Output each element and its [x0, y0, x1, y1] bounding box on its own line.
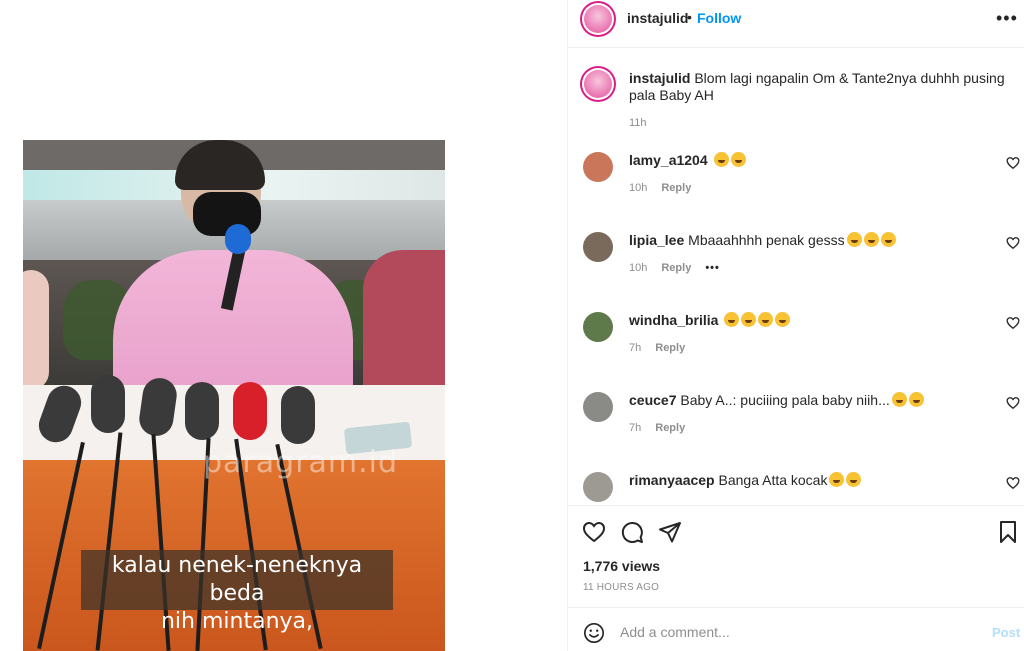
header-username[interactable]: instajulid: [627, 10, 688, 26]
comment-body: Mbaaahhhh penak gesss: [688, 232, 845, 248]
comment-body: Baby A..: puciiing pala baby niih...: [680, 392, 890, 408]
comment-text: ceuce7 Baby A..: puciiing pala baby niih…: [629, 392, 989, 409]
post-button[interactable]: Post: [992, 625, 1020, 640]
follow-button[interactable]: Follow: [697, 10, 741, 26]
video-handheld-mic: [225, 224, 251, 254]
comment-text: lipia_lee Mbaaahhhh penak gesss: [629, 232, 989, 249]
laughing-emoji-icon: [846, 232, 862, 247]
comment-username[interactable]: lipia_lee: [629, 232, 684, 248]
reply-button[interactable]: Reply: [661, 262, 691, 274]
laughing-emoji-icon: [908, 392, 924, 407]
post-actions: 1,776 views 11 HOURS AGO: [568, 505, 1024, 605]
comment-avatar[interactable]: [583, 232, 613, 262]
video-subtitle: kalau nenek-neneknya beda nih mintanya,: [111, 553, 363, 634]
comment-item: windha_brilia 7h Reply: [568, 312, 1024, 392]
comment-text: windha_brilia: [629, 312, 989, 329]
video-person-left: [23, 270, 49, 390]
laughing-emoji-icon: [891, 392, 907, 407]
reply-button[interactable]: Reply: [661, 182, 691, 194]
comment-username[interactable]: windha_brilia: [629, 312, 718, 328]
comment-avatar[interactable]: [583, 312, 613, 342]
comment-text: rimanyaacep Banga Atta kocak: [629, 472, 989, 489]
video-person-right: [363, 250, 445, 390]
bookmark-icon[interactable]: [996, 520, 1020, 544]
laughing-emoji-icon: [775, 312, 791, 327]
laughing-emoji-icon: [724, 312, 740, 327]
video-microphone: [281, 386, 315, 444]
caption-avatar[interactable]: [580, 66, 616, 102]
more-options-icon[interactable]: •••: [996, 8, 1018, 29]
laughing-emoji-icon: [730, 152, 746, 167]
video-microphone: [91, 375, 125, 433]
comment-like-heart-icon[interactable]: [1006, 396, 1020, 410]
video-microphone: [185, 382, 219, 440]
comment-meta: 7h Reply: [629, 342, 699, 354]
video-watermark: paragram.id: [203, 445, 399, 480]
video-microphone: [233, 382, 267, 440]
comment-time[interactable]: 7h: [629, 342, 641, 354]
heart-icon[interactable]: [582, 520, 606, 544]
comment-like-heart-icon[interactable]: [1006, 236, 1020, 250]
comment-like-heart-icon[interactable]: [1006, 316, 1020, 330]
post-video[interactable]: paragram.id kalau nenek-neneknya beda ni…: [23, 140, 445, 651]
laughing-emoji-icon: [863, 232, 879, 247]
add-comment-bar: Post: [568, 607, 1024, 651]
comment-item: lamy_a1204 10h Reply: [568, 152, 1024, 232]
comment-username[interactable]: rimanyaacep: [629, 472, 715, 488]
laughing-emoji-icon: [846, 472, 862, 487]
smiley-icon[interactable]: [583, 622, 605, 644]
comment-time[interactable]: 10h: [629, 262, 647, 274]
video-speaker-hair: [175, 140, 265, 190]
caption-username[interactable]: instajulid: [629, 70, 690, 86]
laughing-emoji-icon: [880, 232, 896, 247]
comment-input[interactable]: [620, 620, 970, 644]
view-count[interactable]: 1,776 views: [583, 558, 660, 574]
comment-meta: 10h Reply: [629, 182, 705, 194]
post-sidebar: instajulid • Follow ••• instajulid Blom …: [568, 0, 1024, 651]
caption-time[interactable]: 11h: [629, 117, 647, 129]
comment-options-icon[interactable]: •••: [705, 262, 720, 274]
header-separator: •: [687, 9, 692, 25]
reply-button[interactable]: Reply: [655, 422, 685, 434]
send-icon[interactable]: [658, 520, 682, 544]
post-timestamp[interactable]: 11 HOURS AGO: [583, 582, 659, 593]
comment-avatar[interactable]: [583, 392, 613, 422]
laughing-emoji-icon: [829, 472, 845, 487]
comment-item: lipia_lee Mbaaahhhh penak gesss 10h Reply •…: [568, 232, 1024, 312]
comment-item: ceuce7 Baby A..: puciiing pala baby niih…: [568, 392, 1024, 472]
comment-meta: 7h Reply: [629, 422, 699, 434]
comment-like-heart-icon[interactable]: [1006, 156, 1020, 170]
laughing-emoji-icon: [741, 312, 757, 327]
comment-meta: 10h Reply •••: [629, 262, 734, 274]
reply-button[interactable]: Reply: [655, 342, 685, 354]
comment-username[interactable]: lamy_a1204: [629, 152, 708, 168]
laughing-emoji-icon: [758, 312, 774, 327]
comment-text: lamy_a1204: [629, 152, 989, 169]
avatar[interactable]: [580, 1, 616, 37]
media-pane: paragram.id kalau nenek-neneknya beda ni…: [0, 0, 568, 651]
comment-like-heart-icon[interactable]: [1006, 476, 1020, 490]
comment-icon[interactable]: [620, 520, 644, 544]
post-header: instajulid • Follow •••: [568, 0, 1024, 48]
comment-time[interactable]: 10h: [629, 182, 647, 194]
laughing-emoji-icon: [713, 152, 729, 167]
comment-username[interactable]: ceuce7: [629, 392, 676, 408]
comment-avatar[interactable]: [583, 152, 613, 182]
comment-time[interactable]: 7h: [629, 422, 641, 434]
comment-body: Banga Atta kocak: [718, 472, 828, 488]
comment-avatar[interactable]: [583, 472, 613, 502]
caption-text: instajulid Blom lagi ngapalin Om & Tante…: [629, 70, 1009, 104]
